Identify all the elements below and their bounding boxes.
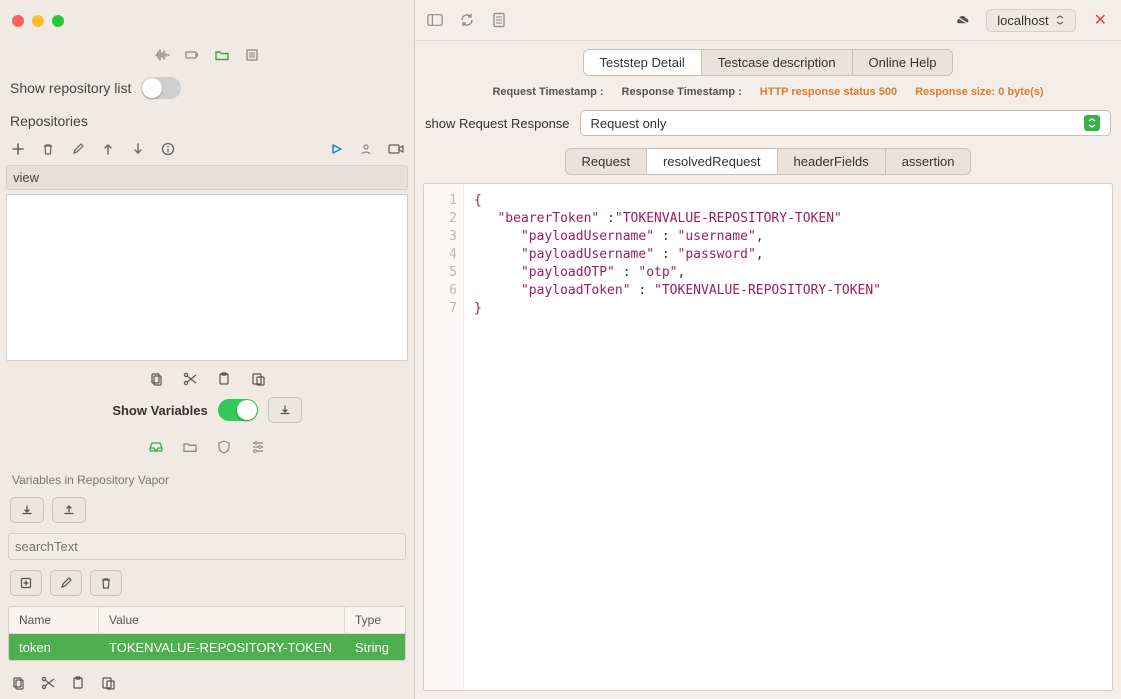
arrow-up-icon[interactable] (100, 141, 116, 157)
request-response-value: Request only (591, 116, 667, 131)
show-repo-row: Show repository list (0, 71, 414, 105)
show-repo-label: Show repository list (10, 80, 131, 96)
table-row[interactable]: token TOKENVALUE-REPOSITORY-TOKEN String (9, 634, 405, 661)
folder-icon[interactable] (214, 47, 230, 63)
edit-var-button[interactable] (50, 570, 82, 596)
code-editor[interactable]: 1 2 3 4 5 6 7 { "bearerToken" :"TOKENVAL… (423, 183, 1113, 691)
clipboard-icon[interactable] (216, 371, 232, 387)
scissors-icon[interactable] (182, 371, 198, 387)
left-panel: Show repository list Repositories view S… (0, 0, 415, 699)
host-select[interactable]: localhost (986, 9, 1075, 32)
repo-toolbar (0, 137, 414, 161)
add-var-button[interactable] (10, 570, 42, 596)
show-vars-row: Show Variables (0, 393, 414, 431)
left-top-icons (0, 41, 414, 71)
tab-header-fields[interactable]: headerFields (778, 149, 886, 174)
body-tabs: Request resolvedRequest headerFields ass… (415, 146, 1121, 183)
cell-value: TOKENVALUE-REPOSITORY-TOKEN (99, 634, 345, 661)
repositories-label: Repositories (0, 105, 414, 137)
bottom-icons (0, 667, 414, 699)
copy2-icon[interactable] (10, 675, 26, 691)
delete-var-button[interactable] (90, 570, 122, 596)
list-icon[interactable] (244, 47, 260, 63)
folder-open-icon[interactable] (182, 439, 198, 455)
sync-icon[interactable] (459, 12, 475, 28)
paste-icon[interactable] (250, 371, 266, 387)
col-type[interactable]: Type (345, 607, 405, 633)
tab-teststep-detail[interactable]: Teststep Detail (584, 50, 702, 75)
window-traffic-lights (0, 0, 414, 41)
arrow-down-icon[interactable] (130, 141, 146, 157)
response-ts-label: Response Timestamp : (622, 86, 742, 98)
tab-resolved-request[interactable]: resolvedRequest (647, 149, 778, 174)
request-response-row: show Request Response Request only (415, 106, 1121, 146)
doc-icon[interactable] (491, 12, 507, 28)
cloud-off-icon[interactable] (954, 12, 970, 28)
show-req-resp-label: show Request Response (425, 116, 570, 131)
var-crud-buttons (0, 566, 414, 600)
repo-tree[interactable] (6, 194, 408, 361)
code-body: { "bearerToken" :"TOKENVALUE-REPOSITORY-… (464, 184, 1112, 690)
close-window-dot[interactable] (12, 15, 24, 27)
battery-icon[interactable] (184, 47, 200, 63)
show-vars-toggle[interactable] (218, 399, 258, 421)
tab-assertion[interactable]: assertion (886, 149, 971, 174)
response-size: Response size: 0 byte(s) (915, 86, 1043, 98)
sliders-icon[interactable] (250, 439, 266, 455)
person-icon[interactable] (358, 141, 374, 157)
line-gutter: 1 2 3 4 5 6 7 (424, 184, 464, 690)
zoom-window-dot[interactable] (52, 15, 64, 27)
scissors2-icon[interactable] (40, 675, 56, 691)
import-export-buttons (0, 493, 414, 527)
select-caret-icon (1084, 115, 1100, 131)
shield-icon[interactable] (216, 439, 232, 455)
http-status: HTTP response status 500 (760, 86, 897, 98)
record-icon[interactable] (388, 141, 404, 157)
request-response-select[interactable]: Request only (580, 110, 1111, 136)
paste2-icon[interactable] (100, 675, 116, 691)
view-field[interactable]: view (6, 165, 408, 190)
request-ts-label: Request Timestamp : (492, 86, 603, 98)
tab-testcase-description[interactable]: Testcase description (702, 50, 853, 75)
play-icon[interactable] (328, 141, 344, 157)
right-toolbar: localhost ✕ (415, 0, 1121, 41)
waveform-icon[interactable] (154, 47, 170, 63)
mid-icons (0, 361, 414, 393)
scope-icons (0, 431, 414, 467)
col-name[interactable]: Name (9, 607, 99, 633)
table-header: Name Value Type (9, 607, 405, 634)
detail-tabs: Teststep Detail Testcase description Onl… (415, 41, 1121, 84)
right-panel: localhost ✕ Teststep Detail Testcase des… (415, 0, 1121, 699)
import-button[interactable] (10, 497, 44, 523)
tab-online-help[interactable]: Online Help (853, 50, 953, 75)
minimize-window-dot[interactable] (32, 15, 44, 27)
host-value: localhost (997, 13, 1048, 28)
export2-button[interactable] (52, 497, 86, 523)
search-row (8, 533, 406, 560)
tab-request[interactable]: Request (566, 149, 647, 174)
clipboard2-icon[interactable] (70, 675, 86, 691)
trash-icon[interactable] (40, 141, 56, 157)
clipboard-copy-icon[interactable] (148, 371, 164, 387)
cell-name: token (9, 634, 99, 661)
close-icon[interactable]: ✕ (1092, 10, 1109, 30)
variables-in-label: Variables in Repository Vapor (0, 467, 414, 493)
cell-type: String (345, 634, 405, 661)
col-value[interactable]: Value (99, 607, 345, 633)
variables-table: Name Value Type token TOKENVALUE-REPOSIT… (8, 606, 406, 661)
inbox-icon[interactable] (148, 439, 164, 455)
info-icon[interactable] (160, 141, 176, 157)
show-vars-label: Show Variables (112, 403, 207, 418)
pencil-icon[interactable] (70, 141, 86, 157)
export-button[interactable] (268, 397, 302, 423)
search-input[interactable] (8, 533, 406, 560)
sidebar-toggle-icon[interactable] (427, 12, 443, 28)
status-row: Request Timestamp : Response Timestamp :… (415, 84, 1121, 106)
add-icon[interactable] (10, 141, 26, 157)
show-repo-toggle[interactable] (141, 77, 181, 99)
